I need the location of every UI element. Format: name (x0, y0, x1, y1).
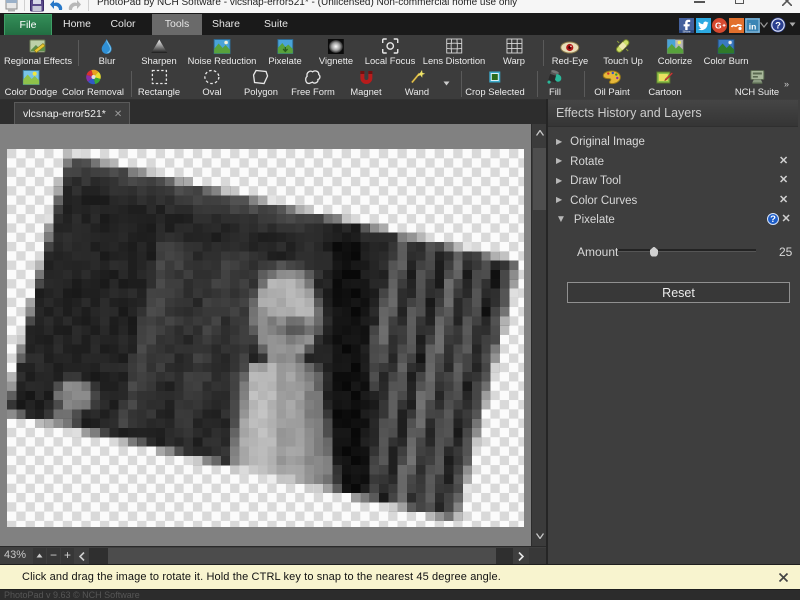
svg-text:?: ? (775, 20, 781, 31)
svg-text:in: in (749, 21, 757, 31)
svg-text:Share: Share (682, 29, 690, 32)
svg-text:G: G (715, 20, 722, 30)
